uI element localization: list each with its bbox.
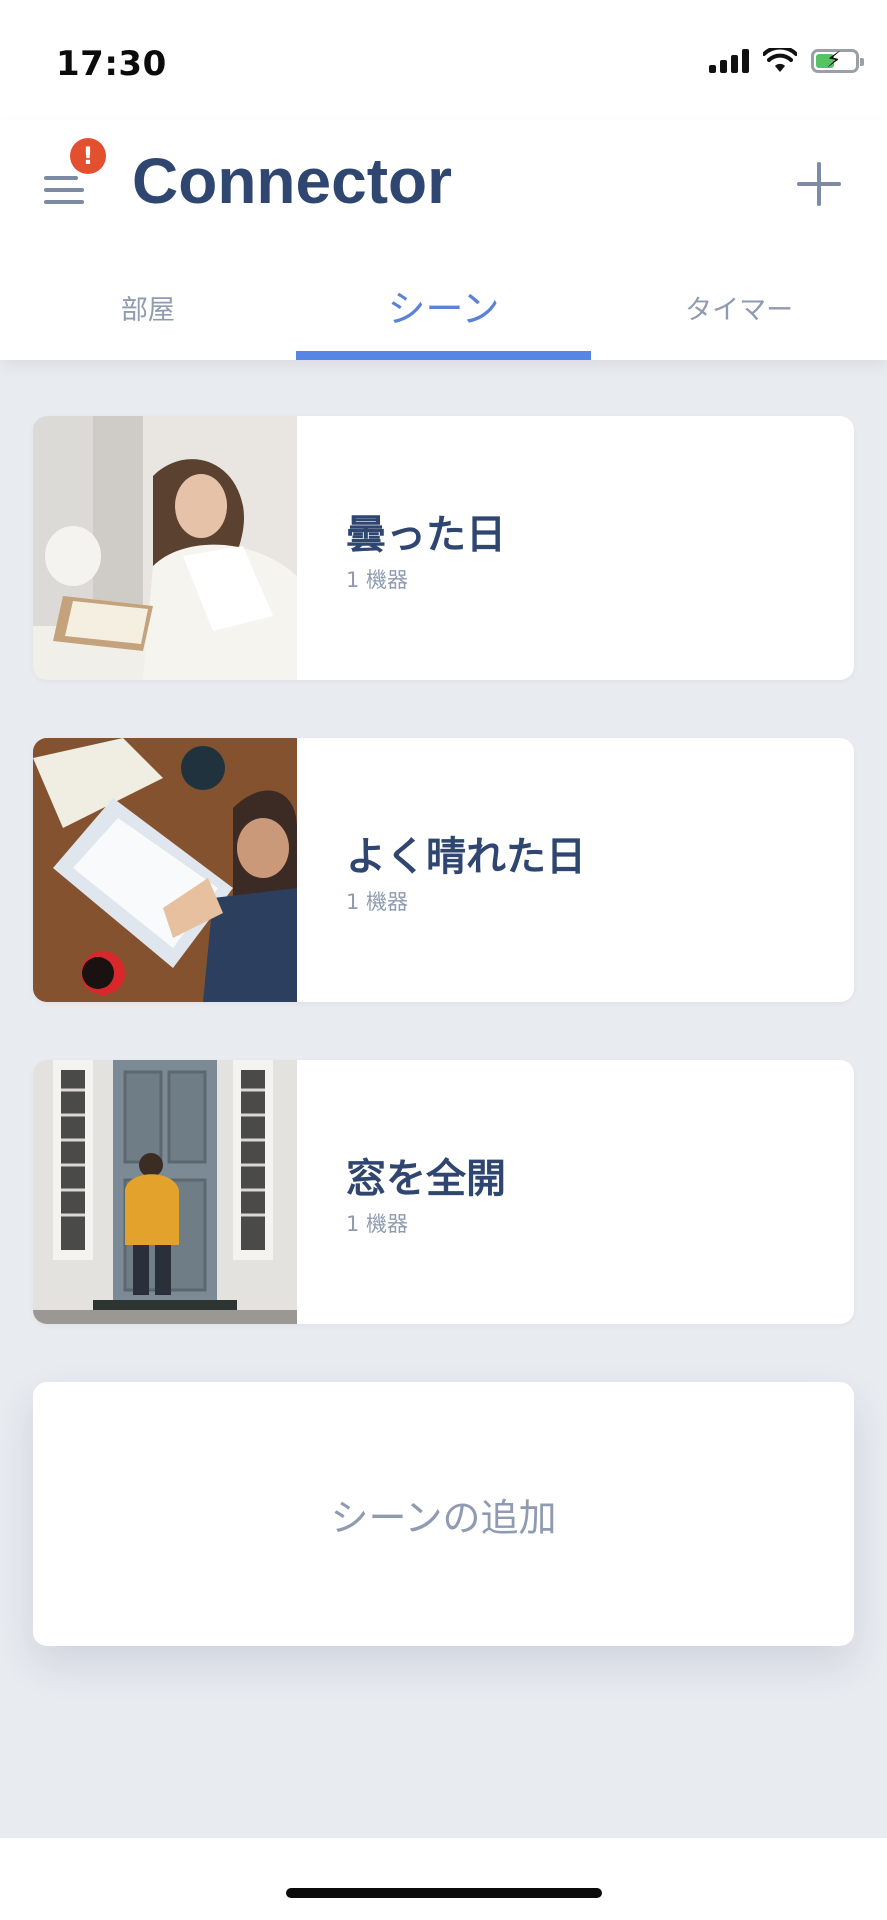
scene-thumbnail-sunny (33, 738, 297, 1002)
scene-name: 曇った日 (346, 512, 506, 558)
alert-badge-icon[interactable]: ! (70, 138, 106, 174)
wifi-icon (763, 48, 797, 72)
scene-name: 窓を全開 (346, 1156, 506, 1202)
scene-card-sunny[interactable]: よく晴れた日 1 機器 (33, 738, 854, 1002)
scene-card-cloudy[interactable]: 曇った日 1 機器 (33, 416, 854, 680)
tab-timer-label: タイマー (685, 295, 794, 326)
add-button[interactable] (789, 154, 849, 214)
status-time: 17:30 (56, 44, 167, 84)
app-title: Connector (132, 145, 452, 217)
scene-card-open-windows[interactable]: 窓を全開 1 機器 (33, 1060, 854, 1324)
bottom-safe-area (0, 1838, 887, 1920)
home-indicator[interactable] (286, 1888, 602, 1898)
tab-rooms[interactable]: 部屋 (0, 270, 296, 360)
tab-timer[interactable]: タイマー (591, 270, 887, 360)
tab-scenes-label: シーン (387, 287, 500, 331)
app-header: ! Connector 部屋 シーン タイマー (0, 120, 887, 360)
scene-name: よく晴れた日 (346, 834, 586, 880)
add-scene-label: シーンの追加 (330, 1495, 557, 1540)
scene-list: 曇った日 1 機器 よく晴れた日 1 機器 窓を全開 1 機器 シーンの追加 (33, 416, 854, 1646)
scene-thumbnail-open-windows (33, 1060, 297, 1324)
add-scene-button[interactable]: シーンの追加 (33, 1382, 854, 1646)
scene-device-count: 1 機器 (346, 568, 409, 592)
tab-bar: 部屋 シーン タイマー (0, 270, 887, 360)
scene-thumbnail-cloudy (33, 416, 297, 680)
battery-charging-icon: ⚡ (811, 48, 864, 73)
tab-scenes[interactable]: シーン (295, 270, 592, 360)
scene-device-count: 1 機器 (346, 1212, 409, 1236)
status-icons: ⚡ (709, 48, 864, 74)
menu-icon (44, 176, 78, 180)
scene-device-count: 1 機器 (346, 890, 409, 914)
tab-rooms-label: 部屋 (120, 295, 175, 326)
signal-icon (709, 49, 749, 73)
status-bar: 17:30 ⚡ (0, 0, 887, 120)
